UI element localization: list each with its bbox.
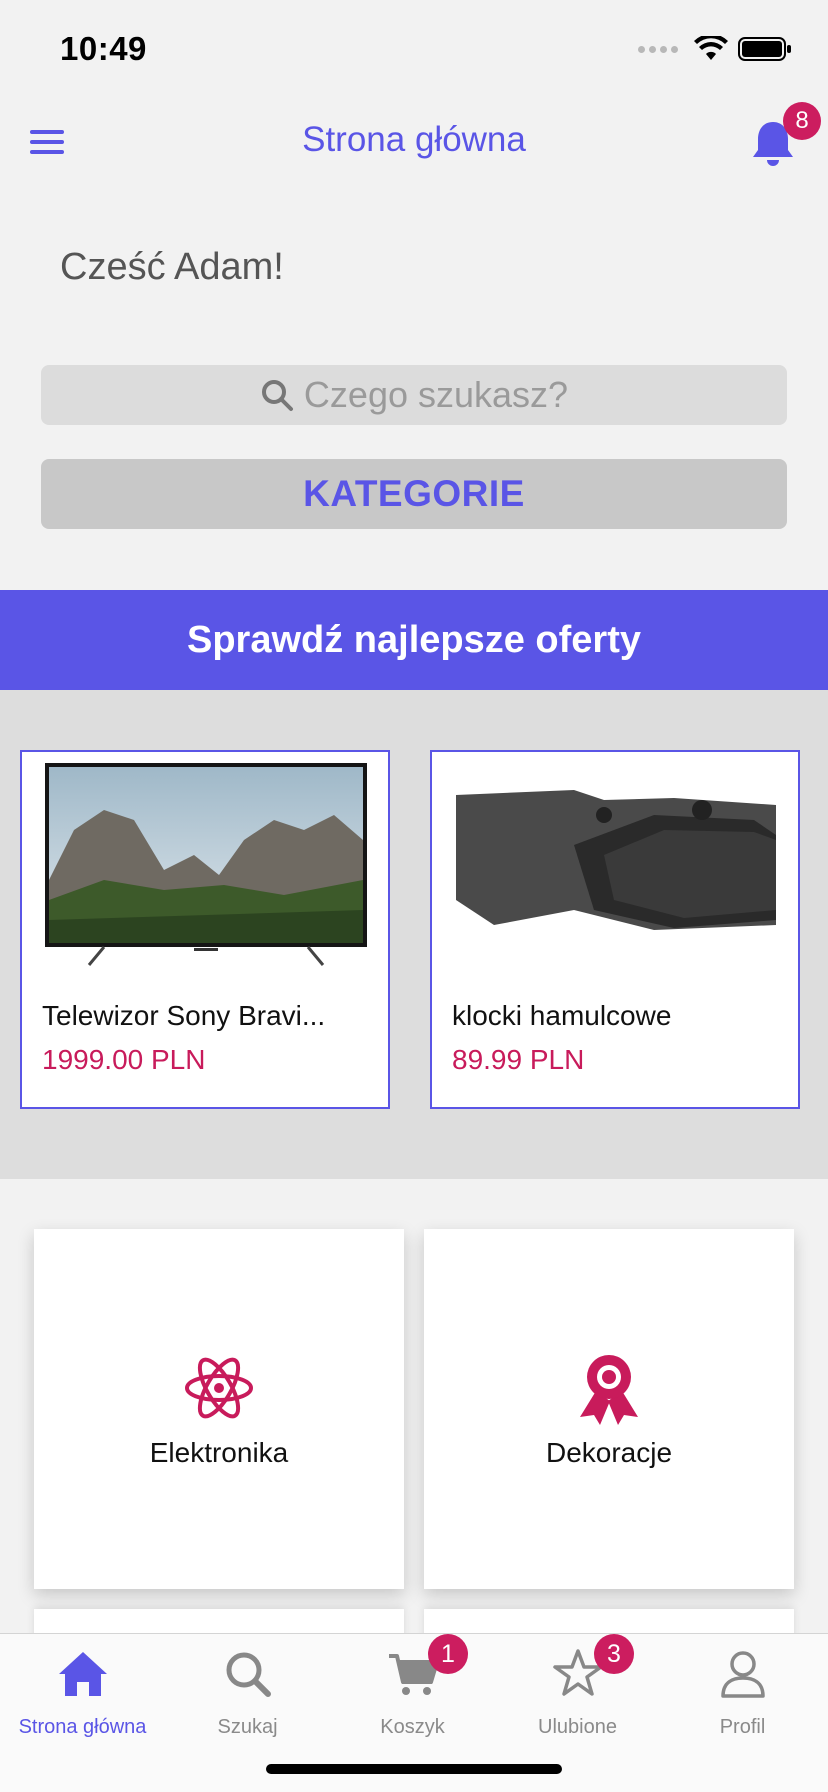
offer-name: klocki hamulcowe <box>452 1000 672 1031</box>
notification-badge: 8 <box>783 102 821 140</box>
user-icon <box>720 1651 765 1698</box>
search-icon <box>226 1652 271 1697</box>
tab-label: Profil <box>719 1716 766 1738</box>
tab-cart[interactable]: Koszyk 1 <box>330 1634 495 1744</box>
home-icon <box>58 1652 107 1696</box>
offer-price: 1999.00 PLN <box>42 1044 206 1075</box>
offer-card[interactable]: klocki hamulcowe 89.99 PLN <box>430 750 800 1109</box>
search-input[interactable]: Czego szukasz? <box>41 365 787 425</box>
home-indicator <box>266 1764 562 1774</box>
greeting-text: Cześć Adam! <box>60 246 284 288</box>
offer-price: 89.99 PLN <box>452 1044 585 1075</box>
status-time: 10:49 <box>60 30 147 67</box>
atom-icon <box>185 1357 253 1419</box>
tab-label: Szukaj <box>217 1716 278 1738</box>
tv-product-image <box>45 763 367 966</box>
offers-carousel: Telewizor Sony Bravi... 1999.00 PLN kloc… <box>0 690 828 1179</box>
top-bar: Strona główna <box>0 100 828 182</box>
cellular-signal-icon <box>638 45 678 53</box>
brake-pads-product-image <box>456 790 776 930</box>
tab-home[interactable]: Strona główna <box>0 1634 165 1744</box>
offers-banner: Sprawdź najlepsze oferty <box>0 590 828 690</box>
tab-label: Strona główna <box>18 1716 147 1738</box>
favorites-badge: 3 <box>594 1634 634 1674</box>
category-label: Elektronika <box>149 1437 289 1468</box>
category-tile-dekoracje[interactable]: Dekoracje <box>424 1229 794 1589</box>
cart-badge: 1 <box>428 1634 468 1674</box>
search-icon <box>261 380 293 411</box>
offer-card[interactable]: Telewizor Sony Bravi... 1999.00 PLN <box>20 750 390 1109</box>
category-tile-elektronika[interactable]: Elektronika <box>34 1229 404 1589</box>
tab-label: Ulubione <box>538 1716 617 1738</box>
category-label: Dekoracje <box>545 1437 673 1468</box>
tab-search[interactable]: Szukaj <box>165 1634 330 1744</box>
wifi-icon <box>694 36 728 60</box>
search-placeholder: Czego szukasz? <box>303 374 569 415</box>
status-indicators <box>638 36 792 62</box>
battery-icon <box>738 37 791 61</box>
status-bar: 10:49 <box>0 0 828 100</box>
award-icon <box>580 1355 638 1425</box>
page-title: Strona główna <box>302 120 526 159</box>
offer-name: Telewizor Sony Bravi... <box>42 1000 326 1031</box>
tab-profile[interactable]: Profil <box>660 1634 825 1744</box>
tab-favorites[interactable]: Ulubione 3 <box>495 1634 660 1744</box>
tab-label: Koszyk <box>380 1716 445 1738</box>
categories-button[interactable]: KATEGORIE <box>41 459 787 529</box>
